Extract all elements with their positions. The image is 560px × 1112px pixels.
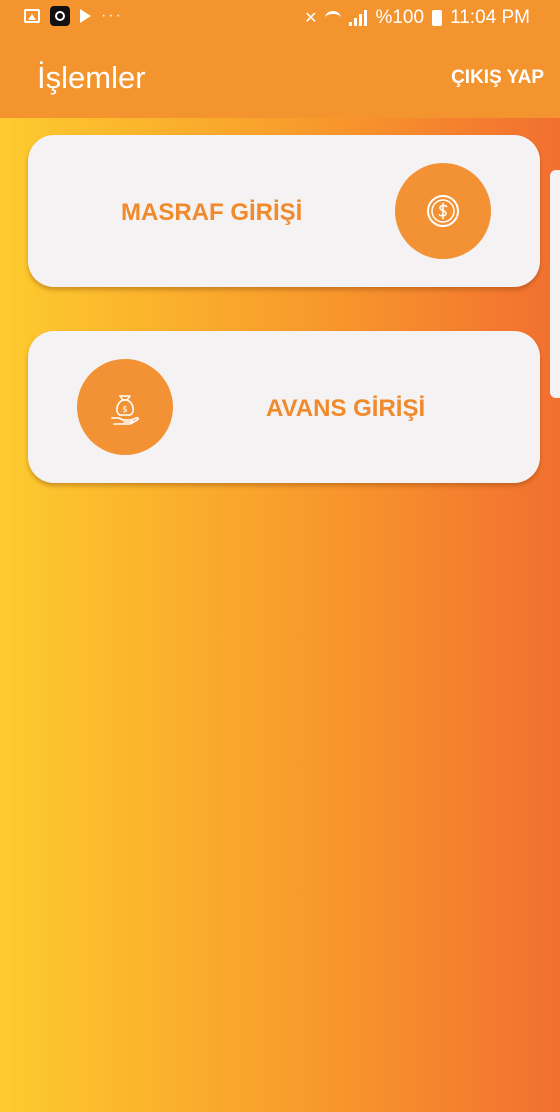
mute-icon: ✕ [304, 10, 318, 27]
advance-entry-card[interactable]: $ AVANS GİRİŞİ [28, 331, 540, 483]
coin-dollar-icon [427, 195, 459, 227]
clock: 11:04 PM [450, 7, 530, 28]
scroll-indicator [550, 170, 560, 398]
svg-text:$: $ [122, 405, 128, 415]
logout-button[interactable]: ÇIKIŞ YAP [451, 67, 544, 89]
status-bar-system: ✕ %100 11:04 PM [304, 7, 530, 29]
page-title: İşlemler [37, 60, 146, 95]
expense-entry-card[interactable]: MASRAF GİRİŞİ [28, 135, 540, 287]
battery-icon [432, 10, 443, 26]
signal-icon [349, 10, 368, 26]
wifi-icon [325, 11, 342, 25]
expense-icon-circle [395, 163, 491, 259]
advance-entry-label: AVANS GİRİŞİ [266, 395, 426, 422]
play-icon [80, 9, 91, 23]
status-bar: ··· ✕ %100 11:04 PM [0, 0, 560, 38]
battery-percent: %100 [375, 7, 425, 28]
app-icon [50, 6, 70, 26]
expense-entry-label: MASRAF GİRİŞİ [121, 199, 303, 226]
app-bar: ··· ✕ %100 11:04 PM İşlemler ÇIKIŞ YAP [0, 0, 560, 118]
status-bar-notifications: ··· [24, 6, 123, 26]
money-bag-hand-icon: $ [111, 395, 139, 425]
app-screen: ··· ✕ %100 11:04 PM İşlemler ÇIKIŞ YAP M… [0, 0, 560, 1112]
gallery-icon [24, 9, 40, 23]
advance-icon-circle: $ [77, 359, 173, 455]
more-notifications-dots: ··· [101, 7, 123, 24]
